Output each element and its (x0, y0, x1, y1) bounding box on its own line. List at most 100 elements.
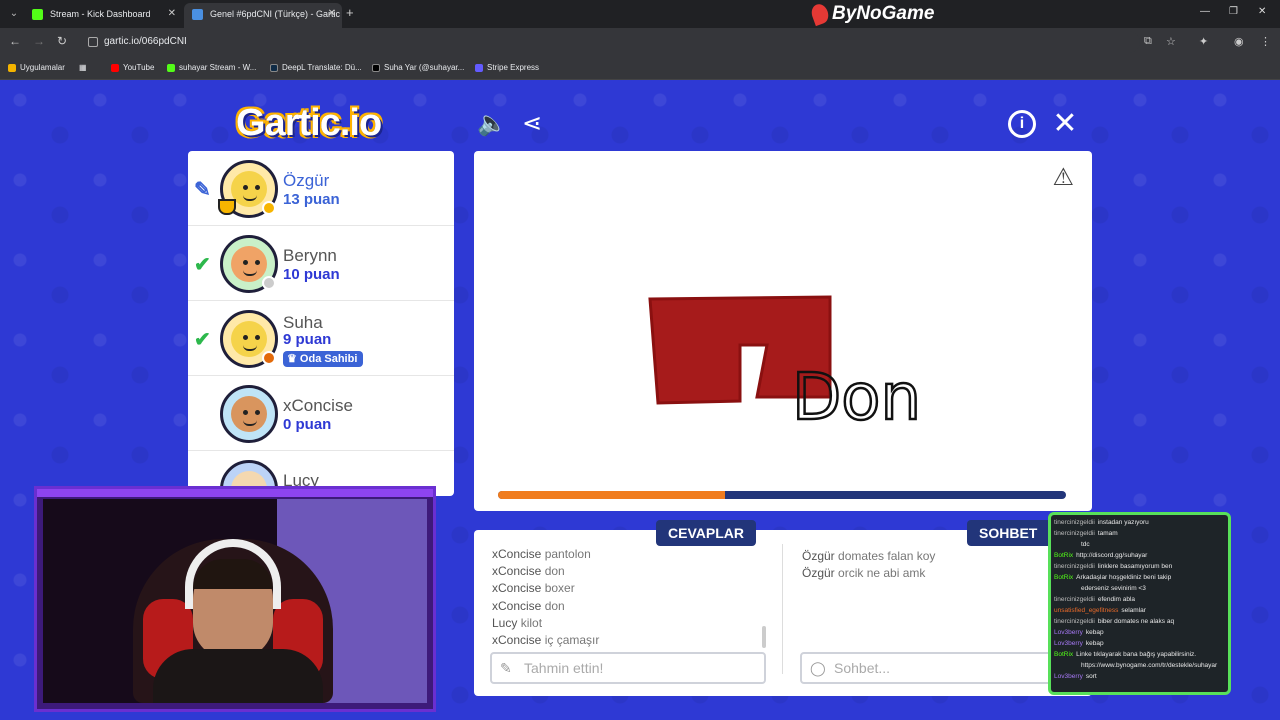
stream-chat-text: https://www.bynogame.com/tr/destekle/suh… (1081, 662, 1218, 669)
drawn-word: Don (792, 361, 921, 435)
tab-search-icon[interactable]: ⌄ (6, 6, 22, 22)
player-row[interactable]: ✔ Berynn 10 puan (188, 226, 454, 301)
stream-chat-text: efendim abla (1097, 596, 1136, 603)
stream-chat-message: Lov3berry kebap (1054, 638, 1225, 649)
player-row[interactable]: xConcise 0 puan (188, 376, 454, 451)
bookmark-tiktok[interactable]: Suha Yar (@suhayar... (372, 60, 464, 76)
stream-chat-user: BotRix (1054, 651, 1074, 658)
panel-divider (782, 544, 783, 674)
drawing-pen-icon: ✎ (194, 179, 211, 201)
stream-chat-text: http://discord.gg/suhayar (1076, 552, 1148, 559)
browser-tab-kick[interactable]: Stream - Kick Dashboard ✕ (24, 3, 182, 28)
bookmark-label: Stripe Express (487, 63, 540, 72)
stream-chat-text: kebap (1085, 629, 1104, 636)
status-dot (262, 351, 276, 365)
stream-chat-user: tinercinizgeldii (1054, 530, 1095, 537)
url-text: gartic.io/066pdCNI (104, 36, 187, 47)
correct-check-icon: ✔ (194, 329, 211, 351)
stream-chat-message: tinercinizgeldii efendim abla (1054, 594, 1225, 605)
restore-icon[interactable]: ❐ (1229, 6, 1238, 17)
gartic-logo: Gartic.io (236, 102, 382, 144)
answer-placeholder: Tahmin ettin! (524, 660, 604, 676)
stream-chat-message: BotRix http://discord.gg/suhayar (1054, 550, 1225, 561)
player-score: 10 puan (283, 266, 340, 283)
player-name: Özgür (283, 171, 330, 190)
bookmark-label: DeepL Translate: Dü... (282, 63, 362, 72)
tab-title: Stream - Kick Dashboard (50, 9, 151, 19)
avatar (220, 385, 278, 443)
window-close-icon[interactable]: ✕ (1258, 6, 1266, 17)
stream-chat-text: biber domates ne alaks aq (1097, 618, 1175, 625)
stream-chat-user: Lov3berry (1054, 640, 1083, 647)
stream-chat-user: unsatisfied_egefitness (1054, 607, 1119, 614)
chat-placeholder: Sohbet... (834, 660, 891, 676)
bookmark-kick[interactable]: suhayar Stream - W... (167, 60, 256, 76)
extensions-icon[interactable]: ✦ (1199, 35, 1208, 48)
answer-input[interactable]: ✎ Tahmin ettin! (490, 652, 766, 684)
youtube-icon (111, 64, 119, 72)
status-dot (262, 276, 276, 290)
info-icon[interactable]: i (1008, 110, 1036, 138)
browser-toolbar: ← → ↻ gartic.io/066pdCNI ⧉ ☆ ✦ ◉ ⋮ (0, 28, 1280, 56)
stream-chat-overlay: tinercinizgeldii instadan yazıyoru tinerci… (1048, 512, 1231, 695)
answer-line: xConcise don (492, 564, 565, 579)
bookmarks-bar: Uygulamalar ▦ YouTube suhayar Stream - W… (0, 56, 1280, 80)
player-row[interactable]: ✔ Suha 9 puan ♛ Oda Sahibi (188, 301, 454, 376)
stream-chat-user: Lov3berry (1054, 673, 1083, 680)
close-tab-icon[interactable]: ✕ (328, 3, 336, 25)
player-row[interactable]: ✎ Özgür 13 puan (188, 151, 454, 226)
kick-favicon-icon (32, 9, 43, 20)
chat-input[interactable]: ◯ Sohbet... (800, 652, 1076, 684)
answer-line: xConcise don (492, 598, 565, 613)
sound-icon[interactable]: 🔈 (476, 108, 508, 140)
player-score: 9 puan (283, 331, 332, 348)
back-icon[interactable]: ← (9, 34, 21, 48)
minimize-icon[interactable]: — (1200, 6, 1210, 17)
cast-icon[interactable]: ⧉ (1144, 35, 1152, 48)
tab-groups-icon[interactable]: ▦ (79, 60, 87, 76)
address-bar[interactable]: gartic.io/066pdCNI (80, 31, 1140, 53)
bookmark-star-icon[interactable]: ☆ (1166, 35, 1176, 48)
room-owner-badge: ♛ Oda Sahibi (283, 351, 364, 367)
bookmark-stripe[interactable]: Stripe Express (475, 60, 539, 76)
player-list: ✎ Özgür 13 puan ✔ Berynn 10 puan ✔ Suha … (188, 151, 454, 496)
player-name: Suha (283, 313, 323, 332)
stream-chat-text: ederseniz sevinirim <3 (1081, 585, 1146, 592)
stream-chat-text: tamam (1097, 530, 1118, 537)
profile-icon[interactable]: ◉ (1234, 35, 1244, 48)
reload-icon[interactable]: ↻ (57, 34, 67, 48)
close-room-icon[interactable]: ✕ (1049, 108, 1081, 140)
share-icon[interactable]: ⋖ (516, 108, 548, 140)
answers-tab[interactable]: CEVAPLAR (656, 520, 756, 546)
player-score: 13 puan (283, 191, 340, 208)
menu-icon[interactable]: ⋮ (1260, 35, 1271, 48)
deepl-icon (270, 64, 278, 72)
answer-line: xConcise pantolon (492, 547, 591, 561)
bookmark-apps[interactable]: Uygulamalar (8, 60, 65, 76)
new-tab-icon[interactable]: + (346, 5, 354, 20)
browser-tab-bar: ⌄ Stream - Kick Dashboard ✕ Genel #6pdCN… (0, 0, 1280, 28)
site-info-icon[interactable] (88, 37, 98, 47)
bookmark-label: Suha Yar (@suhayar... (384, 63, 465, 72)
stream-chat-text: kebap (1085, 640, 1104, 647)
stream-chat-text: sort (1085, 673, 1097, 680)
tab-title: Genel #6pdCNI (Türkçe) - Gartic (210, 9, 341, 19)
bookmark-deepl[interactable]: DeepL Translate: Dü... (270, 60, 362, 76)
round-timer-bar (498, 491, 1066, 499)
close-tab-icon[interactable]: ✕ (168, 3, 176, 25)
forward-icon[interactable]: → (33, 34, 45, 48)
stream-chat-message: Lov3berry kebap (1054, 627, 1225, 638)
drawing-canvas[interactable]: ⚠ Don (474, 151, 1092, 511)
answers-scrollbar[interactable] (762, 626, 766, 648)
kick-icon (167, 64, 175, 72)
bynogame-mark-icon (809, 1, 831, 27)
stream-chat-message: Lov3berry sort (1054, 671, 1225, 682)
chat-list: Özgür domates falan koy Özgür orcik ne a… (802, 548, 1072, 648)
bookmark-label: suhayar Stream - W... (179, 63, 257, 72)
apps-grid-icon (8, 64, 16, 72)
bookmark-youtube[interactable]: YouTube (111, 60, 154, 76)
stream-chat-user: BotRix (1054, 552, 1074, 559)
browser-tab-gartic[interactable]: Genel #6pdCNI (Türkçe) - Gartic ✕ (184, 3, 342, 28)
correct-check-icon: ✔ (194, 254, 211, 276)
stream-chat-user: tinercinizgeldii (1054, 596, 1095, 603)
